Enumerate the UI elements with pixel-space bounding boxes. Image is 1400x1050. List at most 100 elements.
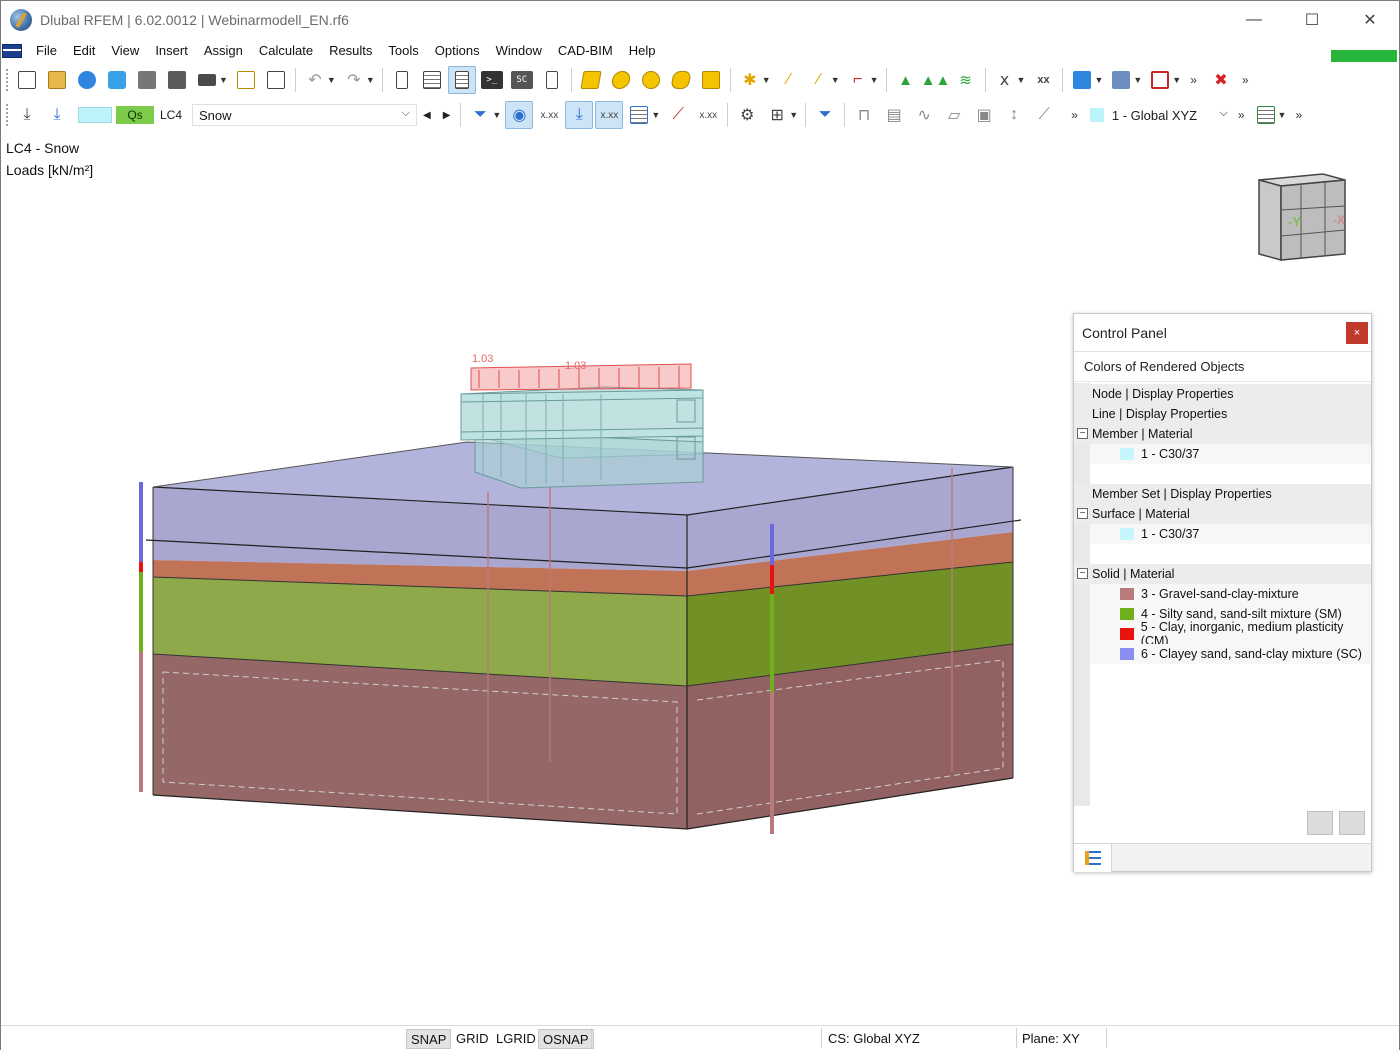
animation-button[interactable]: ⚙ <box>733 101 761 129</box>
loadcase-dropdown[interactable]: Snow ⌵ <box>192 104 417 126</box>
line-tool-button[interactable]: ⁄ <box>775 66 803 94</box>
navigator-button[interactable] <box>388 66 416 94</box>
block-manager-button[interactable] <box>133 66 161 94</box>
printout-button[interactable] <box>262 66 290 94</box>
deformation-button[interactable]: ⟋ <box>664 101 692 129</box>
redo-button[interactable]: ↷ <box>340 66 368 94</box>
new-model-button[interactable] <box>13 66 41 94</box>
member-tool-button[interactable]: ⁄ <box>805 66 833 94</box>
print-button[interactable] <box>193 66 221 94</box>
toolbar-grip[interactable] <box>5 103 9 127</box>
save-button[interactable] <box>163 66 191 94</box>
undo-button[interactable]: ↶ <box>301 66 329 94</box>
list-item-solid-gravel[interactable]: 3 - Gravel-sand-clay-mixture <box>1090 584 1371 604</box>
properties-button[interactable] <box>447 66 476 94</box>
dimension-x-button[interactable]: ⅹ <box>991 66 1019 94</box>
toolbar-grip[interactable] <box>5 68 9 92</box>
film-view-button[interactable]: ▤ <box>880 101 908 129</box>
minimize-button[interactable]: — <box>1225 1 1283 39</box>
collapse-toggle-icon[interactable]: − <box>1077 568 1088 579</box>
frame-view-button[interactable]: ⊓ <box>850 101 878 129</box>
menu-edit[interactable]: Edit <box>65 39 103 63</box>
clipping-box-button[interactable] <box>1146 66 1174 94</box>
ellipse-tool-button[interactable] <box>667 66 695 94</box>
arrow-view-button[interactable]: ↕ <box>1000 101 1028 129</box>
toolbar2-overflow-icon[interactable]: » <box>1071 108 1078 122</box>
menu-results[interactable]: Results <box>321 39 380 63</box>
line-support-button[interactable]: ▲▲ <box>921 66 951 94</box>
deformation-values-button[interactable]: x.xx <box>694 101 722 129</box>
close-button[interactable]: ✕ <box>1341 1 1399 39</box>
script-button[interactable]: SC <box>508 66 536 94</box>
open-model-button[interactable] <box>43 66 71 94</box>
show-load-values-button[interactable]: ⤓ <box>43 101 71 129</box>
surface-tool-button[interactable] <box>577 66 605 94</box>
menu-cad-bim[interactable]: CAD-BIM <box>550 39 621 63</box>
language-flag-icon[interactable] <box>2 44 22 58</box>
tables-button[interactable] <box>418 66 446 94</box>
tab-color-list[interactable] <box>1074 844 1112 872</box>
show-loads-toggle-button[interactable]: ⤓ <box>565 101 594 129</box>
wave-view-button[interactable]: ∿ <box>910 101 938 129</box>
list-item-solid[interactable]: − Solid | Material <box>1074 564 1371 584</box>
toolbar2-overflow-right-icon[interactable]: » <box>1238 108 1245 122</box>
osnap-toggle[interactable]: OSNAP <box>538 1029 594 1049</box>
node-tool-button[interactable]: ✱ <box>736 66 764 94</box>
lgrid-toggle[interactable]: LGRID <box>492 1029 540 1049</box>
list-item-member-set[interactable]: Member Set | Display Properties <box>1074 484 1371 504</box>
collapse-toggle-icon[interactable]: − <box>1077 428 1088 439</box>
console-button[interactable]: >_ <box>478 66 506 94</box>
surface-view-button[interactable]: ▱ <box>940 101 968 129</box>
coordinate-system-dropdown[interactable]: 1 - Global XYZ ⌵ <box>1083 104 1232 126</box>
menu-view[interactable]: View <box>103 39 147 63</box>
dimension-xx-button[interactable]: xx <box>1029 66 1057 94</box>
color-database-button[interactable] <box>1339 811 1365 835</box>
load-wizard-button[interactable] <box>1107 66 1135 94</box>
toolbar2-end-overflow-icon[interactable]: » <box>1295 108 1302 122</box>
load-values-toggle-button[interactable]: x.xx <box>595 101 624 129</box>
rotate-tool-button[interactable] <box>607 66 635 94</box>
delete-results-button[interactable]: ✖ <box>1207 66 1235 94</box>
list-item-solid-clayey-sand[interactable]: 6 - Clayey sand, sand-clay mixture (SC) <box>1090 644 1371 664</box>
show-results-button[interactable]: ◉ <box>505 101 534 129</box>
menu-insert[interactable]: Insert <box>147 39 196 63</box>
grid-toggle[interactable]: GRID <box>452 1029 493 1049</box>
menu-file[interactable]: File <box>28 39 65 63</box>
list-item-member-material[interactable]: 1 - C30/37 <box>1090 444 1371 464</box>
control-panel-close-button[interactable]: × <box>1346 322 1368 344</box>
toolbar-overflow-right-icon[interactable]: » <box>1242 73 1249 87</box>
snap-toggle[interactable]: SNAP <box>406 1029 452 1049</box>
dlubal-center-button[interactable] <box>73 66 101 94</box>
result-values-button[interactable]: x.xx <box>535 101 563 129</box>
line-view-button[interactable]: ⟋ <box>1030 101 1058 129</box>
report-button[interactable] <box>232 66 260 94</box>
support-tool-button[interactable]: ▲ <box>892 66 920 94</box>
polyline-tool-button[interactable]: ⌐ <box>844 66 872 94</box>
view-options-button[interactable] <box>1252 101 1280 129</box>
collapse-toggle-icon[interactable]: − <box>1077 508 1088 519</box>
next-loadcase-icon[interactable]: ▶ <box>443 110 451 121</box>
menu-tools[interactable]: Tools <box>380 39 426 63</box>
model-3d-scene[interactable]: 1.03 1.03 <box>1 132 1071 1023</box>
view-cube[interactable]: -Y -X <box>1253 168 1349 266</box>
list-item-member[interactable]: − Member | Material <box>1074 424 1371 444</box>
list-item-surface-material[interactable]: 1 - C30/37 <box>1090 524 1371 544</box>
list-item-surface[interactable]: − Surface | Material <box>1074 504 1371 524</box>
result-filter-button[interactable]: ⏷ <box>466 101 494 129</box>
list-item-node[interactable]: Node | Display Properties <box>1074 384 1371 404</box>
view-filter-button[interactable]: ⏷ <box>811 101 839 129</box>
maximize-button[interactable]: ☐ <box>1283 1 1341 39</box>
list-item-solid-clay[interactable]: 5 - Clay, inorganic, medium plasticity (… <box>1090 620 1371 648</box>
circle-tool-button[interactable] <box>637 66 665 94</box>
mesh-display-button[interactable] <box>625 101 653 129</box>
menu-calculate[interactable]: Calculate <box>251 39 321 63</box>
solid-view-button[interactable]: ▣ <box>970 101 998 129</box>
previous-loadcase-icon[interactable]: ◀ <box>423 110 431 121</box>
menu-assign[interactable]: Assign <box>196 39 251 63</box>
section-display-button[interactable]: ⊞ <box>763 101 791 129</box>
color-settings-button[interactable] <box>1307 811 1333 835</box>
load-tool-button[interactable] <box>1068 66 1096 94</box>
text-tool-button[interactable] <box>697 66 725 94</box>
surface-support-button[interactable]: ≋ <box>952 66 980 94</box>
menu-window[interactable]: Window <box>488 39 550 63</box>
